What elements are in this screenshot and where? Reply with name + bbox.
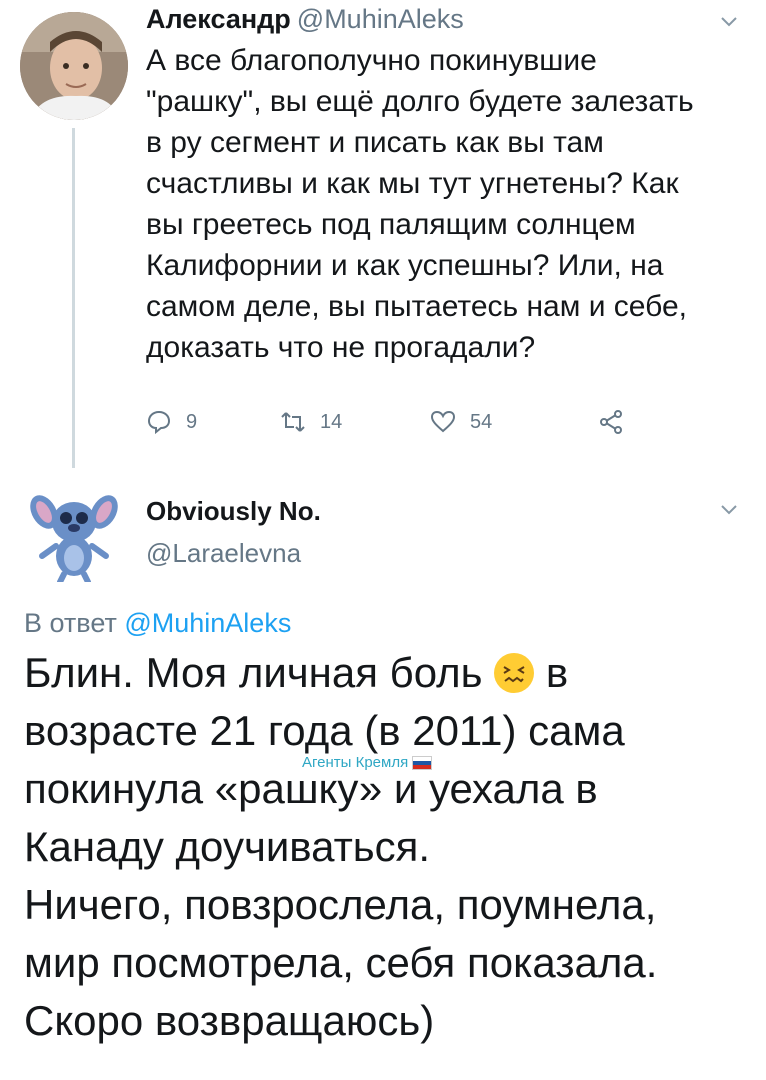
author-name[interactable]: Александр — [146, 4, 291, 34]
tweet-text-line: мир посмотрела, себя показала. — [24, 939, 658, 986]
reply-icon — [147, 410, 171, 435]
tweet-text-line: А все благополучно покинувшие — [146, 44, 597, 77]
retweet-count: 14 — [320, 410, 343, 433]
reply-button[interactable]: 9 — [146, 404, 197, 440]
tweet-text-line: счастливы и как мы тут угнетены? Как — [146, 167, 679, 200]
tweet-text-line: вы греетесь под палящим солнцем — [146, 208, 636, 241]
tweet-text: Блин. Моя личная боль в возрасте 21 года… — [24, 644, 754, 1050]
like-button[interactable]: 54 — [430, 404, 492, 440]
tweet-header: Александр @MuhinAleks — [146, 4, 464, 35]
watermark-text: Агенты Кремля — [302, 754, 409, 771]
tweet-text-line: в ру сегмент и писать как вы там — [146, 126, 604, 159]
chevron-down-icon[interactable] — [718, 10, 740, 32]
tweet-text-line: самом деле, вы пытаетесь нам и себе, — [146, 290, 687, 323]
author-handle[interactable]: @Laraelevna — [146, 538, 301, 569]
tweet-text-line: Скоро возвращаюсь) — [24, 997, 435, 1044]
reply-context: В ответ @MuhinAleks — [24, 608, 291, 639]
tweet-text-line: Канаду доучиваться. — [24, 823, 431, 870]
retweet-icon — [281, 412, 305, 432]
chevron-down-icon[interactable] — [718, 498, 740, 520]
tweet-text-line: Ничего, повзрослела, поумнела, — [24, 881, 657, 928]
tweet-text: А все благополучно покинувшие "рашку", в… — [146, 40, 751, 368]
reply-count: 9 — [186, 410, 198, 433]
retweet-button[interactable]: 14 — [280, 404, 342, 440]
russia-flag-icon — [412, 755, 433, 770]
author-handle[interactable]: @MuhinAleks — [297, 4, 464, 34]
share-button[interactable] — [598, 404, 638, 440]
share-icon — [600, 410, 622, 434]
like-count: 54 — [470, 410, 493, 433]
like-icon — [430, 410, 456, 433]
watermark: Агенты Кремля — [302, 754, 433, 771]
tweet-text-line: Блин. Моя личная боль в — [24, 644, 754, 702]
reply-handle-link[interactable]: @MuhinAleks — [124, 608, 291, 638]
avatar[interactable] — [30, 486, 118, 585]
author-name[interactable]: Obviously No. — [146, 496, 321, 527]
tweet-text-segment: Блин. Моя личная боль — [24, 649, 483, 696]
tweet-text-line: "рашку", вы ещё долго будете залезать — [146, 85, 694, 118]
reply-prefix: В ответ — [24, 608, 117, 638]
tweet-text-line: Калифорнии и как успешны? Или, на — [146, 249, 664, 282]
tweet-reply: Obviously No. @Laraelevna В ответ @Muhin… — [0, 476, 766, 1080]
thread-connector-line — [72, 128, 75, 468]
confounded-face-icon — [494, 653, 535, 693]
tweet-text-segment: в — [545, 649, 569, 696]
tweet-text-line: доказать что не прогадали? — [146, 331, 536, 364]
tweet-text-line: возрасте 21 года (в 2011) сама — [24, 707, 625, 754]
tweet-actions: 9 14 54 — [146, 404, 666, 440]
tweet-original: Александр @MuhinAleks А все благополучно … — [0, 0, 766, 470]
avatar[interactable] — [20, 12, 128, 120]
